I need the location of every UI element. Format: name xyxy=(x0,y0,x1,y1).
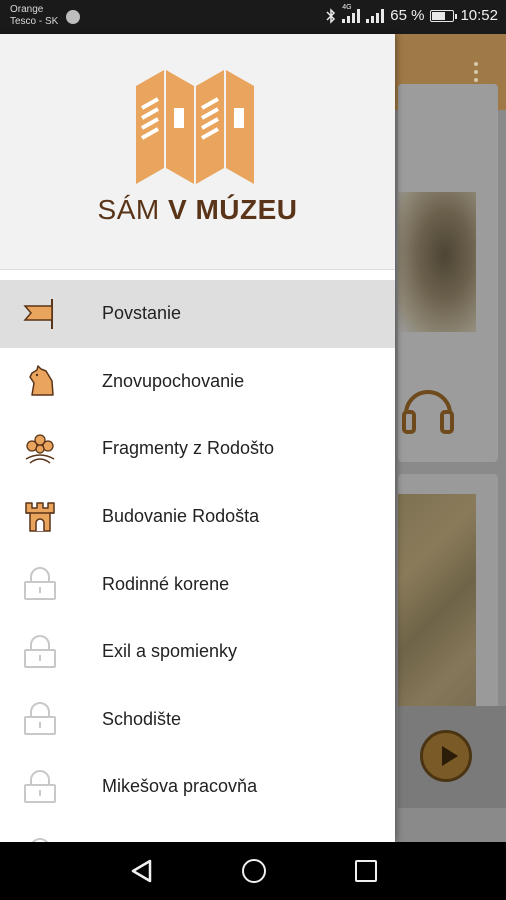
drawer-menu: Povstanie Znovupochovanie Fragmenty z Ro… xyxy=(0,280,395,842)
menu-item-label: Mikešova pracovňa xyxy=(102,776,258,797)
flower-ornament-icon xyxy=(25,434,55,464)
menu-item-label: Fragmenty z Rodošto xyxy=(102,438,275,459)
carrier-line-2: Tesco - SK xyxy=(10,16,59,27)
menu-item-fragmenty[interactable]: Fragmenty z Rodošto xyxy=(0,415,395,483)
lock-icon xyxy=(24,634,56,668)
battery-icon xyxy=(430,9,458,22)
status-indicators: 4G 65 % 10:52 xyxy=(326,4,498,24)
navigation-drawer: SÁM V MÚZEU Povstanie Znovupochovanie Fr… xyxy=(0,34,395,842)
play-button[interactable] xyxy=(420,730,472,782)
system-navigation-bar xyxy=(0,842,506,900)
battery-percent: 65 % xyxy=(390,7,425,24)
menu-item-label: Rodinné korene xyxy=(102,573,230,594)
horse-icon xyxy=(29,365,54,397)
menu-item-label: Budovanie Rodošta xyxy=(102,506,260,527)
logo-text-regular: SÁM xyxy=(97,194,168,225)
menu-item-label: Schodište xyxy=(102,708,182,729)
menu-item-label: Povstanie xyxy=(102,303,182,324)
lock-icon xyxy=(24,769,56,803)
headphones-icon[interactable] xyxy=(398,378,458,438)
menu-item-budovanie[interactable]: Budovanie Rodošta xyxy=(0,483,395,551)
flag-icon xyxy=(23,298,53,329)
drawer-header: SÁM V MÚZEU xyxy=(0,34,395,270)
menu-item-schodiste[interactable]: Schodište xyxy=(0,686,395,754)
card-image xyxy=(398,192,476,332)
menu-item-povstanie[interactable]: Povstanie xyxy=(0,280,395,348)
bluetooth-icon xyxy=(326,7,336,24)
castle-tower-icon xyxy=(25,501,55,532)
wifi-signal-icon xyxy=(366,8,385,23)
card-image xyxy=(398,494,476,708)
lock-icon xyxy=(24,567,56,601)
menu-item-label: Exil a spomienky xyxy=(102,641,238,662)
carrier-label: Orange Tesco - SK xyxy=(10,4,58,28)
mobile-signal-icon: 4G xyxy=(342,4,361,23)
menu-item-znovupochovanie[interactable]: Znovupochovanie xyxy=(0,348,395,416)
menu-item-partial[interactable] xyxy=(0,821,395,842)
notification-icon xyxy=(66,10,80,24)
menu-item-pracovna[interactable]: Mikešova pracovňa xyxy=(0,753,395,821)
back-icon[interactable] xyxy=(131,859,153,883)
logo-text-bold: V MÚZEU xyxy=(167,194,298,225)
clock: 10:52 xyxy=(460,7,498,24)
recent-apps-icon[interactable] xyxy=(355,860,377,882)
home-icon[interactable] xyxy=(242,859,266,883)
app-logo-text: SÁM V MÚZEU xyxy=(0,194,395,226)
menu-item-label: Znovupochovanie xyxy=(102,370,245,391)
carrier-line-1: Orange xyxy=(10,4,44,15)
museum-map-logo-icon xyxy=(136,70,254,184)
menu-item-rodinne-korene[interactable]: Rodinné korene xyxy=(0,550,395,618)
network-type-label: 4G xyxy=(342,3,352,11)
lock-icon xyxy=(24,702,56,736)
overflow-menu-icon[interactable] xyxy=(474,62,478,86)
menu-item-exil[interactable]: Exil a spomienky xyxy=(0,618,395,686)
status-bar: Orange Tesco - SK 4G 65 % 10:52 xyxy=(0,0,506,34)
